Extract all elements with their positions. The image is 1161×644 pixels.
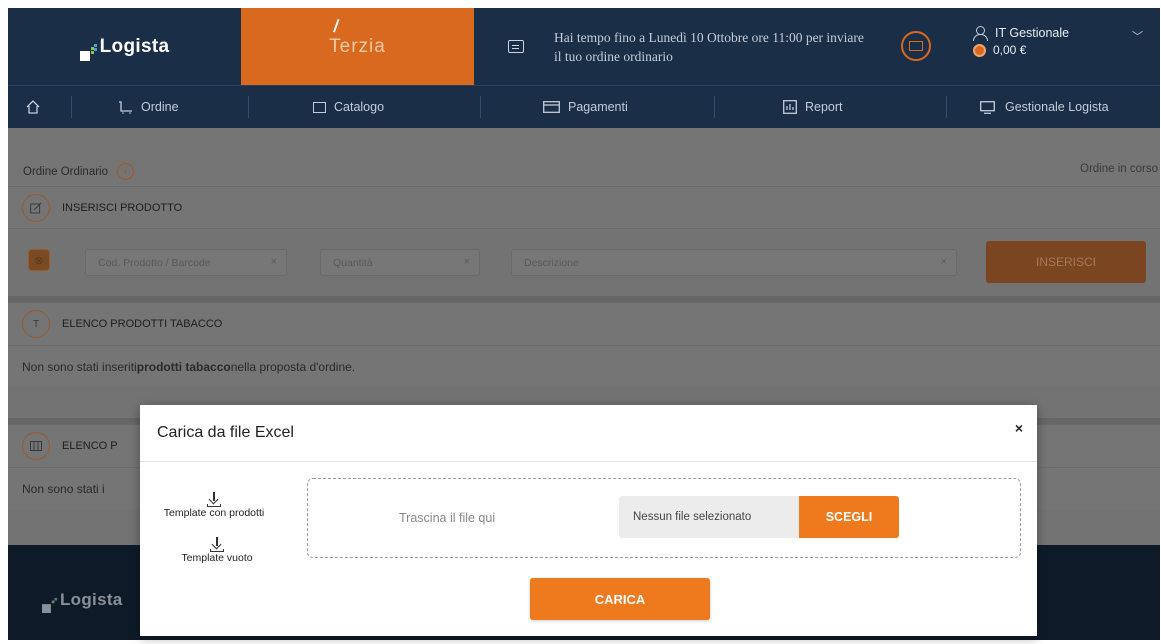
insert-product-section: INSERISCI PRODOTTO	[8, 186, 1160, 229]
monitor-icon	[980, 100, 995, 114]
nav-separator	[71, 96, 72, 118]
terzia-logo-text: Terzia	[329, 18, 386, 58]
nav-item-label: Ordine	[141, 100, 179, 114]
page-title-row: Ordine Ordinario i	[23, 163, 135, 180]
list-icon	[22, 432, 50, 460]
download-template-with-products[interactable]: Template con prodotti	[144, 492, 284, 519]
edit-icon	[22, 194, 50, 222]
quantity-placeholder: Quantità	[333, 256, 373, 269]
section-header[interactable]: T ELENCO PRODOTTI TABACCO	[8, 303, 1160, 345]
nav-separator	[248, 96, 249, 118]
chevron-down-icon[interactable]: ﹀	[1132, 28, 1143, 44]
logista-mark-icon	[79, 43, 98, 61]
nav-separator	[480, 96, 481, 118]
choose-file-button[interactable]: SCEGLI	[799, 496, 899, 538]
main-nav: Ordine Catalogo Pagamenti Report Gestion…	[8, 85, 1160, 128]
product-code-input[interactable]: Cod. Prodotto / Barcode ×	[85, 249, 287, 276]
chat-icon	[508, 40, 524, 53]
nav-item-label: Catalogo	[334, 100, 385, 114]
nav-item-label: Report	[805, 100, 843, 114]
tobacco-empty-message: Non sono stati inseriti prodotti tabacco…	[8, 345, 1160, 387]
logista-logo[interactable]: Logista	[8, 8, 241, 85]
upload-button[interactable]: CARICA	[530, 578, 710, 620]
download-template-empty[interactable]: Template vuoto	[147, 537, 287, 564]
file-dropzone[interactable]: Trascina il file qui Nessun file selezio…	[307, 478, 1021, 558]
empty-text-start: Non sono stati inseriti	[22, 359, 137, 374]
nav-separator	[946, 96, 947, 118]
tobacco-section: T ELENCO PRODOTTI TABACCO Non sono stati…	[8, 302, 1160, 387]
clear-icon[interactable]: ×	[464, 256, 470, 268]
nav-item-report[interactable]: Report	[783, 86, 843, 129]
info-icon[interactable]: i	[117, 163, 135, 180]
deadline-text: Hai tempo fino a Lunedì 10 Ottobre ore 1…	[554, 30, 864, 64]
nav-item-gestionale-logista[interactable]: Gestionale Logista	[980, 86, 1109, 129]
modal-header: Carica da file Excel ×	[140, 405, 1037, 462]
download-icon	[210, 537, 224, 552]
order-status: Ordine in corso	[1080, 163, 1158, 175]
mail-button[interactable]	[901, 31, 931, 61]
quantity-input[interactable]: Quantità ×	[320, 249, 480, 276]
user-credit: 0,00 €	[993, 43, 1027, 57]
footer-logo: Logista	[42, 587, 123, 613]
nav-item-pagamenti[interactable]: Pagamenti	[543, 86, 628, 129]
card-icon	[543, 101, 560, 113]
user-credit-row: 0,00 €	[973, 43, 1153, 57]
modal-title: Carica da file Excel	[157, 424, 294, 441]
drop-label: Trascina il file qui	[399, 511, 496, 525]
terzia-label: Terzia	[329, 35, 386, 57]
description-placeholder: Descrizione	[524, 256, 579, 269]
mail-icon	[909, 41, 923, 51]
coin-icon	[973, 43, 986, 57]
nav-separator	[714, 96, 715, 118]
tobacco-icon: T	[22, 310, 50, 338]
footer-logo-text: Logista	[60, 590, 123, 609]
nav-item-ordine[interactable]: Ordine	[118, 86, 179, 129]
home-icon	[26, 100, 40, 114]
terzia-logo[interactable]: Terzia	[241, 8, 474, 85]
template-with-products-label: Template con prodotti	[163, 507, 265, 519]
clear-icon[interactable]: ×	[271, 256, 277, 268]
insert-button[interactable]: INSERISCI	[986, 241, 1146, 283]
cart-icon	[119, 100, 132, 114]
template-empty-label: Template vuoto	[181, 552, 253, 564]
page-header: Ordine Ordinario i Ordine in corso	[8, 128, 1160, 186]
barcode-scan-button[interactable]: ⊗	[28, 249, 50, 271]
logista-logo-text: Logista	[99, 35, 170, 57]
file-picker: Nessun file selezionato SCEGLI	[619, 496, 899, 538]
close-icon[interactable]: ×	[1015, 420, 1023, 436]
description-input[interactable]: Descrizione ×	[511, 249, 957, 276]
selected-file-name: Nessun file selezionato	[619, 496, 799, 538]
empty-text-bold: prodotti tabacco	[136, 359, 231, 374]
section-header[interactable]: INSERISCI PRODOTTO	[8, 187, 1160, 229]
order-deadline: Hai tempo fino a Lunedì 10 Ottobre ore 1…	[508, 28, 874, 66]
user-icon	[973, 26, 988, 41]
excel-upload-modal: Carica da file Excel × Template con prod…	[140, 405, 1037, 636]
nav-item-label: Gestionale Logista	[1005, 100, 1109, 114]
product-code-placeholder: Cod. Prodotto / Barcode	[98, 256, 211, 269]
section-label: ELENCO P	[62, 440, 118, 452]
logista-mark-icon	[42, 597, 58, 613]
user-name-row: IT Gestionale	[973, 26, 1153, 41]
report-icon	[783, 100, 797, 114]
catalog-icon	[313, 101, 326, 113]
empty-text-end: nella proposta d'ordine.	[230, 359, 356, 374]
top-header: Logista Terzia Hai tempo fino a Lunedì 1…	[8, 8, 1160, 85]
clear-icon[interactable]: ×	[941, 256, 947, 268]
user-menu[interactable]: IT Gestionale ﹀ 0,00 €	[973, 26, 1153, 57]
page-title: Ordine Ordinario	[23, 165, 109, 178]
download-icon	[207, 492, 221, 507]
leaf-icon	[333, 18, 348, 35]
section-label: INSERISCI PRODOTTO	[62, 202, 183, 214]
home-button[interactable]	[8, 99, 58, 115]
nav-item-label: Pagamenti	[568, 100, 628, 114]
section-label: ELENCO PRODOTTI TABACCO	[62, 318, 223, 330]
nav-item-catalogo[interactable]: Catalogo	[313, 86, 384, 129]
user-name: IT Gestionale	[995, 26, 1070, 40]
